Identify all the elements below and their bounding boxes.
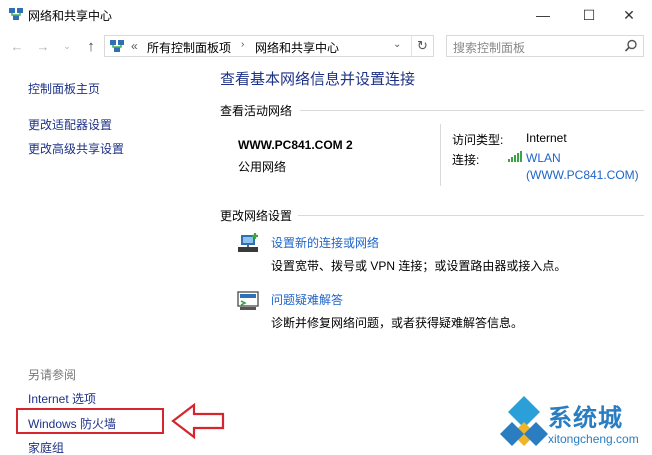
sidebar-control-panel-home[interactable]: 控制面板主页	[28, 80, 100, 97]
section-divider	[300, 110, 644, 111]
section-divider	[294, 215, 644, 216]
refresh-button[interactable]: ↻	[411, 36, 433, 56]
watermark-subtitle: xitongcheng.com	[548, 432, 639, 446]
back-arrow-icon: ←	[10, 38, 24, 54]
control-panel-icon	[110, 40, 124, 52]
troubleshoot-problems-link[interactable]: 问题疑难解答	[271, 291, 343, 308]
network-name: WWW.PC841.COM 2	[238, 138, 353, 152]
close-icon: ✕	[623, 6, 635, 23]
chevron-down-icon: ⌄	[63, 40, 71, 51]
breadcrumb-overflow-icon[interactable]: «	[131, 39, 138, 53]
search-icon[interactable]	[623, 38, 639, 54]
setup-new-connection-desc: 设置宽带、拨号或 VPN 连接；或设置路由器或接入点。	[271, 259, 567, 273]
forward-button[interactable]: →	[34, 37, 52, 55]
sidebar-homegroup[interactable]: 家庭组	[28, 439, 64, 455]
breadcrumb-network-sharing-center[interactable]: 网络和共享中心	[255, 39, 339, 56]
access-type-value: Internet	[526, 131, 567, 145]
refresh-icon: ↻	[417, 38, 428, 53]
back-button[interactable]: ←	[8, 37, 26, 55]
network-center-icon	[9, 8, 23, 20]
minimize-icon: —	[536, 7, 550, 23]
breadcrumb-all-control-panel-items[interactable]: 所有控制面板项	[147, 39, 231, 56]
sidebar-change-advanced-sharing[interactable]: 更改高级共享设置	[28, 140, 124, 157]
breadcrumb-separator-icon[interactable]: ›	[241, 39, 244, 50]
recent-locations-button[interactable]: ⌄	[58, 37, 76, 55]
watermark-title: 系统城	[548, 405, 623, 432]
up-button[interactable]: ↑	[82, 37, 100, 55]
page-title: 查看基本网络信息并设置连接	[220, 71, 416, 88]
troubleshoot-problems-desc: 诊断并修复网络问题，或者获得疑难解答信息。	[271, 316, 524, 330]
troubleshoot-icon	[237, 291, 259, 310]
maximize-icon: ☐	[582, 6, 596, 23]
sidebar-change-adapter-settings[interactable]: 更改适配器设置	[28, 116, 112, 133]
address-dropdown-icon[interactable]: ⌄	[393, 39, 401, 50]
minimize-button[interactable]: —	[520, 0, 566, 30]
search-input[interactable]: 搜索控制面板	[446, 35, 644, 57]
connection-wlan-link[interactable]: WLAN	[526, 151, 561, 165]
change-network-settings-heading: 更改网络设置	[220, 207, 299, 224]
up-arrow-icon: ↑	[87, 37, 95, 55]
window-title: 网络和共享中心	[28, 9, 113, 23]
wifi-signal-icon	[508, 151, 522, 162]
network-info-divider	[440, 124, 441, 186]
sidebar-internet-options[interactable]: Internet 选项	[28, 390, 96, 407]
network-type: 公用网络	[238, 160, 287, 174]
title-bar: 网络和共享中心 — ☐ ✕	[0, 0, 652, 30]
navigation-bar: ← → ⌄ ↑ « 所有控制面板项 › 网络和共享中心 ⌄ ↻ 搜索控制面板	[0, 30, 652, 62]
forward-arrow-icon: →	[36, 38, 50, 54]
firewall-highlight-box	[16, 408, 164, 434]
setup-new-connection-link[interactable]: 设置新的连接或网络	[271, 234, 379, 251]
address-bar[interactable]: « 所有控制面板项 › 网络和共享中心 ⌄ ↻	[104, 35, 434, 57]
close-button[interactable]: ✕	[606, 0, 652, 30]
active-networks-heading: 查看活动网络	[220, 102, 299, 119]
connection-label: 连接:	[452, 153, 480, 167]
left-arrow-annotation-icon	[171, 402, 225, 440]
new-connection-icon	[238, 233, 258, 252]
see-also-heading: 另请参阅	[28, 368, 77, 382]
access-type-label: 访问类型:	[452, 133, 504, 147]
search-placeholder: 搜索控制面板	[453, 41, 526, 55]
connection-ssid-link[interactable]: (WWW.PC841.COM)	[526, 168, 639, 182]
